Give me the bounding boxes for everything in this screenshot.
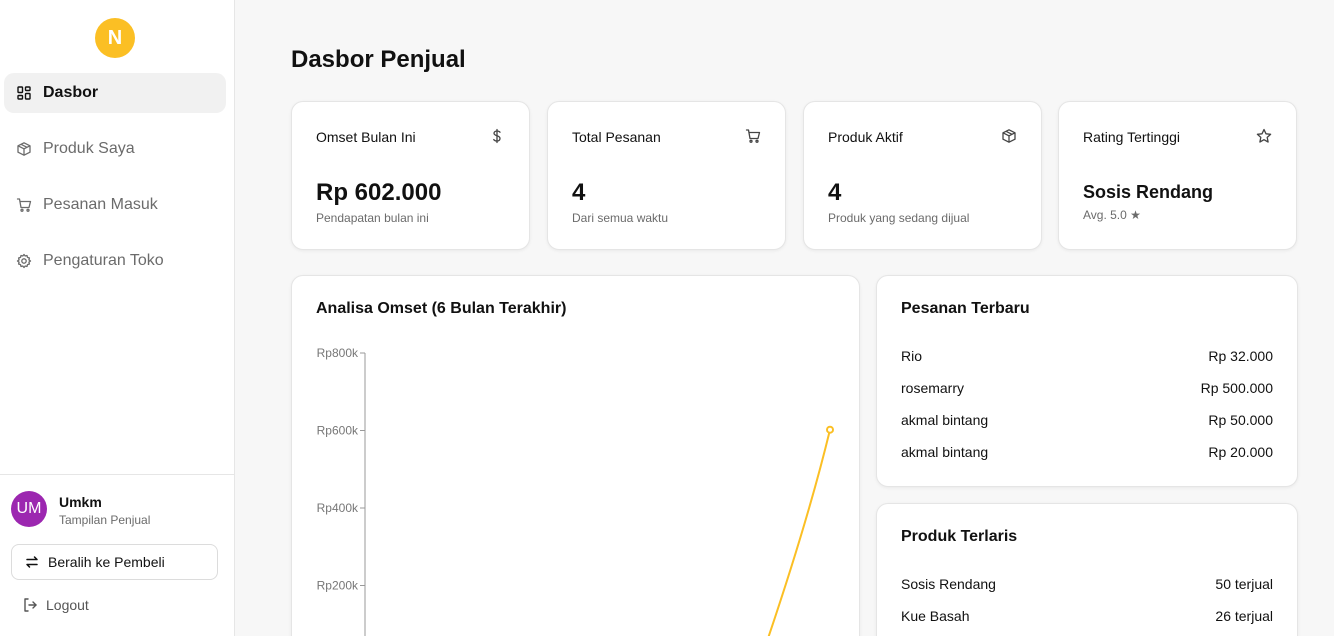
logout-label: Logout (46, 597, 89, 613)
app-logo[interactable]: N (95, 18, 135, 58)
order-row[interactable]: akmal bintang Rp 20.000 (901, 444, 1273, 464)
order-customer: akmal bintang (901, 444, 989, 460)
user-name: Umkm (59, 494, 102, 510)
sidebar-item-pengaturan-toko[interactable]: Pengaturan Toko (4, 241, 226, 281)
product-sold-count: 50 terjual (1215, 576, 1273, 592)
order-row[interactable]: akmal bintang Rp 50.000 (901, 412, 1273, 432)
page-title: Dasbor Penjual (291, 46, 466, 73)
dashboard-icon (16, 85, 32, 101)
stat-value: 4 (572, 179, 586, 206)
product-sold-count: 26 terjual (1215, 608, 1273, 624)
sidebar-item-dasbor[interactable]: Dasbor (4, 73, 226, 113)
switch-to-buyer-label: Beralih ke Pembeli (48, 554, 165, 570)
sidebar-item-label: Dasbor (43, 84, 99, 101)
order-row[interactable]: rosemarry Rp 500.000 (901, 380, 1273, 400)
best-seller-row[interactable]: Sosis Rendang 50 terjual (901, 576, 1273, 596)
revenue-chart-card: Analisa Omset (6 Bulan Terakhir) Rp800k R… (291, 275, 860, 636)
best-sellers-title: Produk Terlaris (901, 528, 1018, 545)
revenue-line-chart: Rp800k Rp600k Rp400k Rp200k (317, 346, 834, 636)
stat-card-rating: Rating Tertinggi Sosis Rendang Avg. 5.0 … (1058, 101, 1297, 250)
recent-orders-card: Pesanan Terbaru Rio Rp 32.000 rosemarry … (876, 275, 1298, 487)
order-amount: Rp 50.000 (1208, 412, 1273, 428)
order-amount: Rp 500.000 (1200, 380, 1273, 396)
stat-value: Rp 602.000 (316, 179, 442, 206)
sidebar-footer: UM Umkm Tampilan Penjual Beralih ke Pemb… (0, 474, 234, 636)
user-role: Tampilan Penjual (59, 513, 151, 527)
order-customer: Rio (901, 348, 923, 364)
box-icon (1001, 128, 1017, 144)
box-icon (16, 141, 32, 157)
logout-button[interactable]: Logout (22, 597, 89, 613)
best-sellers-card: Produk Terlaris Sosis Rendang 50 terjual… (876, 503, 1298, 636)
order-amount: Rp 20.000 (1208, 444, 1273, 460)
order-row[interactable]: Rio Rp 32.000 (901, 348, 1273, 368)
y-tick-label: Rp800k (317, 346, 359, 360)
swap-icon (26, 556, 38, 568)
stat-label: Rating Tertinggi (1083, 129, 1181, 145)
stat-subtext: Pendapatan bulan ini (316, 211, 429, 225)
y-tick-label: Rp400k (317, 501, 359, 515)
stat-card-produk-aktif: Produk Aktif 4 Produk yang sedang dijual (803, 101, 1042, 250)
star-icon (1256, 128, 1272, 144)
product-name: Sosis Rendang (901, 576, 996, 592)
stat-subtext: Produk yang sedang dijual (828, 211, 970, 225)
revenue-series-line (767, 429, 831, 636)
stat-subtext: Avg. 5.0 ★ (1083, 208, 1141, 222)
order-customer: akmal bintang (901, 412, 989, 428)
stat-card-pesanan: Total Pesanan 4 Dari semua waktu (547, 101, 786, 250)
stat-value: 4 (828, 179, 842, 206)
avatar[interactable]: UM (11, 491, 47, 527)
sidebar-item-label: Produk Saya (43, 140, 135, 157)
stat-subtext: Dari semua waktu (572, 211, 669, 225)
stat-card-omset: Omset Bulan Ini Rp 602.000 Pendapatan bu… (291, 101, 530, 250)
order-customer: rosemarry (901, 380, 965, 396)
cart-icon (16, 197, 32, 213)
stat-value: Sosis Rendang (1083, 182, 1214, 202)
stat-label: Total Pesanan (572, 129, 661, 145)
recent-orders-title: Pesanan Terbaru (901, 300, 1030, 317)
product-name: Kue Basah (901, 608, 970, 624)
y-tick-label: Rp600k (317, 424, 359, 438)
sidebar: N Dasbor Produk Saya Pesanan Masuk Penga… (0, 0, 235, 636)
sidebar-item-label: Pengaturan Toko (43, 252, 164, 269)
gear-icon (16, 253, 32, 269)
y-tick-label: Rp200k (317, 579, 359, 593)
order-amount: Rp 32.000 (1208, 348, 1273, 364)
cart-icon (745, 128, 761, 144)
sidebar-item-label: Pesanan Masuk (43, 196, 158, 213)
stat-label: Omset Bulan Ini (316, 129, 416, 145)
chart-title: Analisa Omset (6 Bulan Terakhir) (316, 300, 567, 317)
stat-label: Produk Aktif (828, 129, 903, 145)
logout-icon (24, 598, 37, 612)
switch-to-buyer-button[interactable]: Beralih ke Pembeli (11, 544, 218, 580)
sidebar-item-produk-saya[interactable]: Produk Saya (4, 129, 226, 169)
data-point[interactable] (826, 425, 834, 434)
dollar-icon (489, 128, 505, 144)
best-seller-row[interactable]: Kue Basah 26 terjual (901, 608, 1273, 628)
sidebar-item-pesanan-masuk[interactable]: Pesanan Masuk (4, 185, 226, 225)
